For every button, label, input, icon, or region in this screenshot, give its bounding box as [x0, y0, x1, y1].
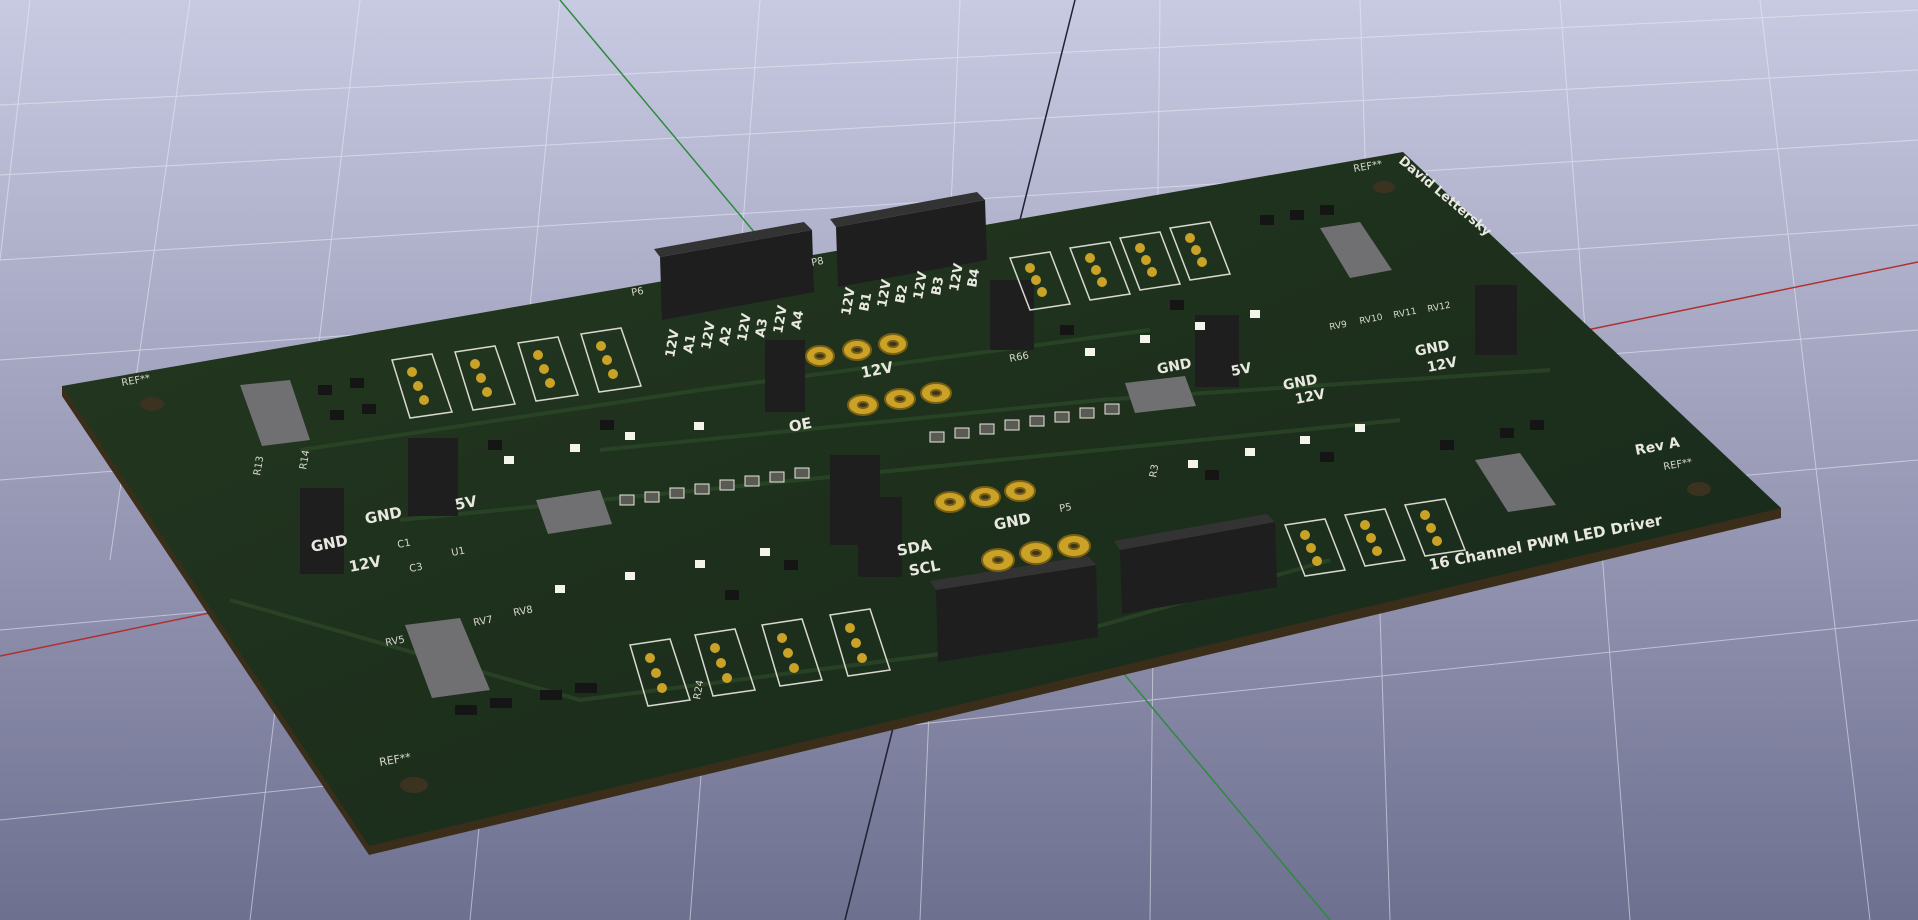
header-5v-left — [408, 438, 458, 516]
label-p6: P6 — [630, 286, 644, 299]
label-p5: P5 — [1058, 502, 1072, 515]
label-p8: P8 — [810, 256, 824, 269]
label-r3: R3 — [1148, 464, 1161, 479]
header-right — [1475, 285, 1517, 355]
header-gnd-left — [300, 488, 344, 574]
header-oe — [765, 340, 805, 412]
header-sda — [858, 497, 902, 577]
3d-canvas[interactable]: 16 Channel PWM LED Driver Rev A David Le… — [0, 0, 1918, 920]
kicad-3d-viewer[interactable]: 16 Channel PWM LED Driver Rev A David Le… — [0, 0, 1918, 920]
header-top-mid — [990, 280, 1034, 350]
